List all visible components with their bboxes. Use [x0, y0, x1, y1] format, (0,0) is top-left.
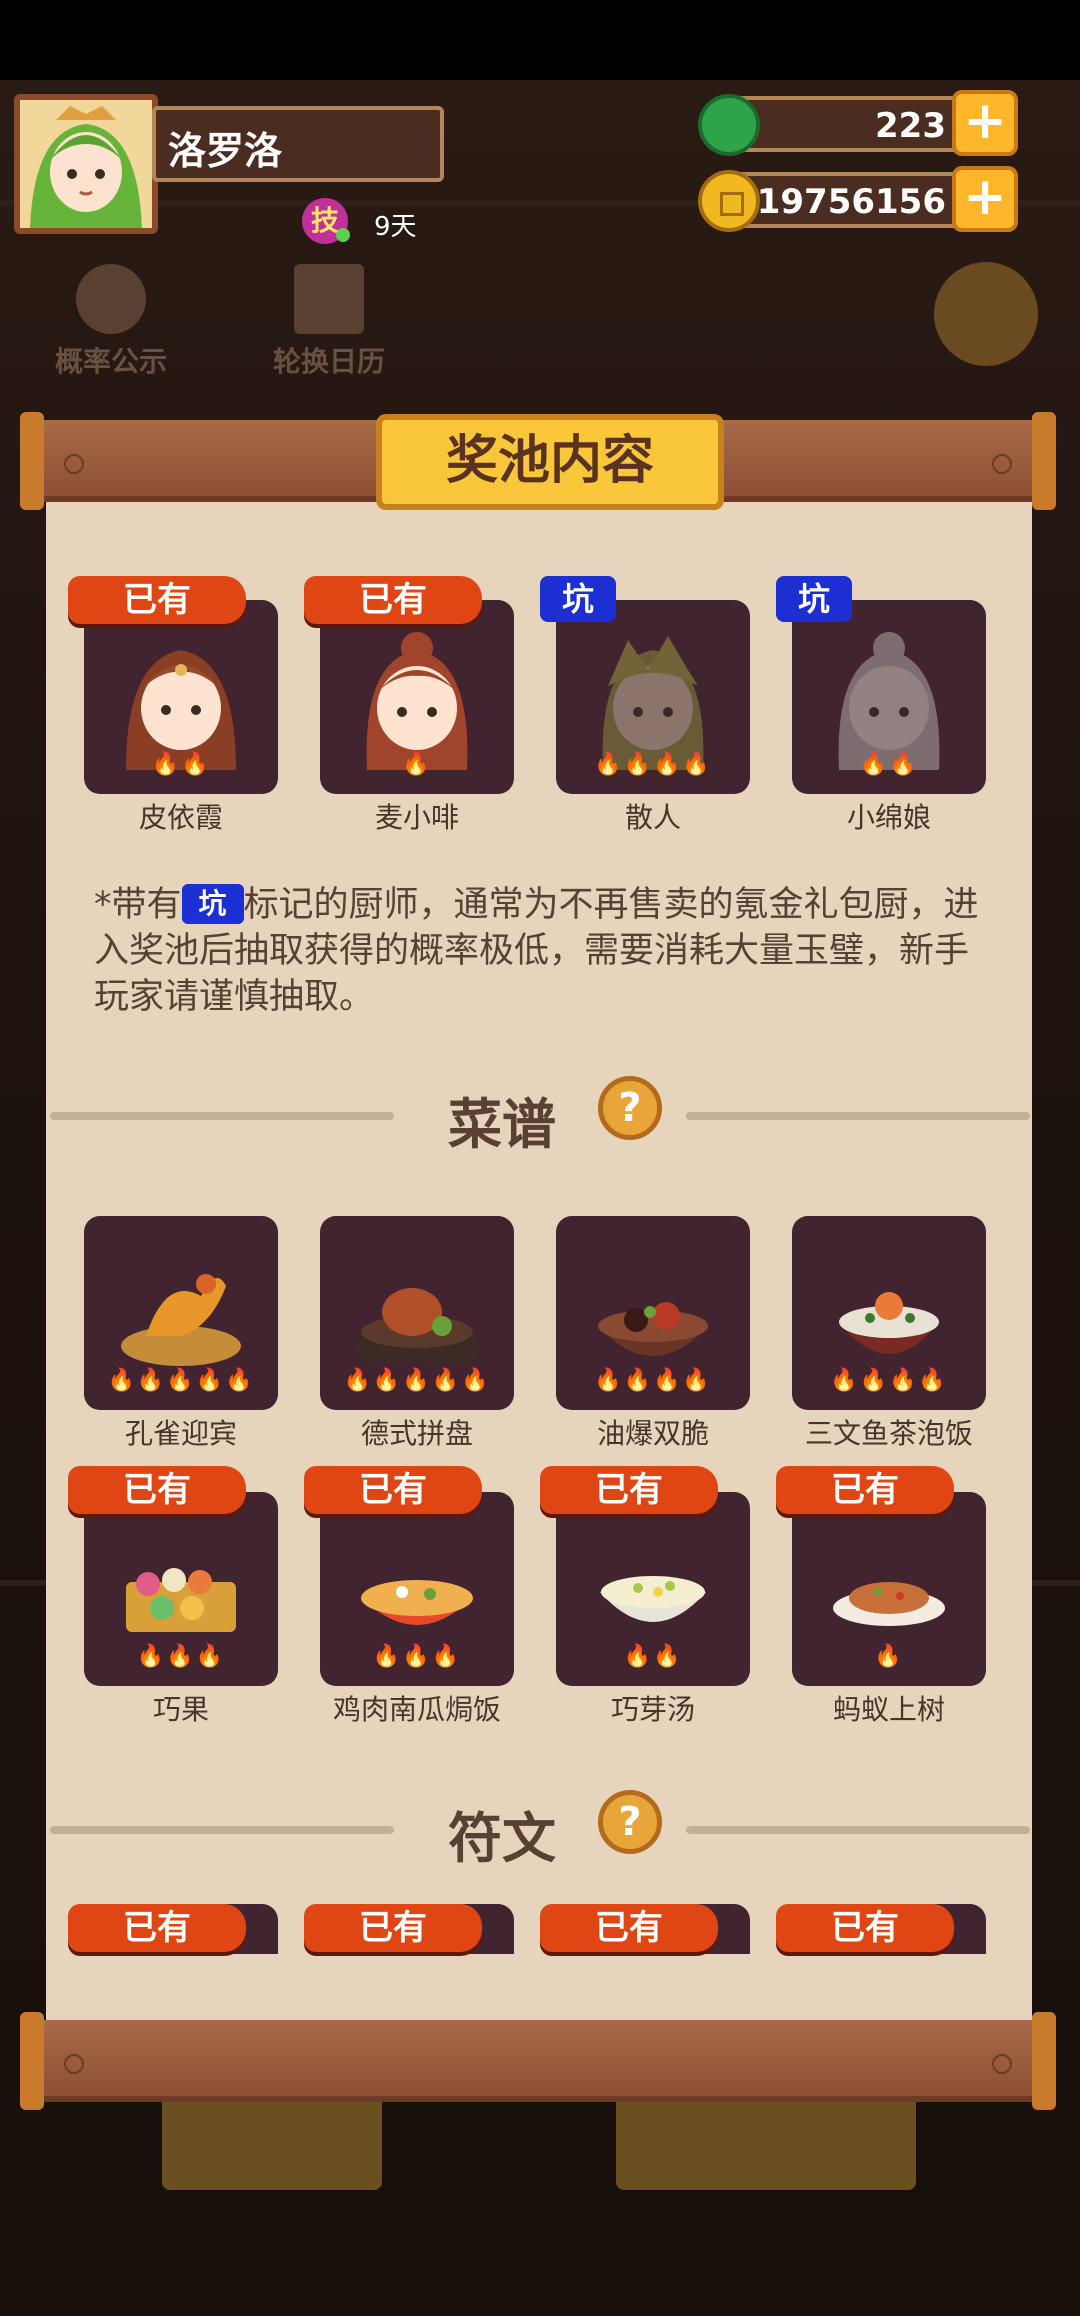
recipe-image — [361, 1580, 473, 1625]
recipe-name: 德式拼盘 — [360, 1417, 473, 1450]
runes-title: 符文 — [448, 1807, 556, 1870]
recipe-image — [126, 1568, 236, 1632]
recipe-card[interactable]: 🔥 — [792, 1492, 986, 1686]
skill-badge-icon[interactable]: 技 — [302, 198, 350, 244]
owned-tag: 已有 — [776, 1466, 954, 1514]
recipe-name: 油爆双脆 — [596, 1417, 709, 1450]
section-divider — [50, 1826, 394, 1834]
recipe-image — [600, 1576, 706, 1622]
pit-tag: 坑 — [776, 576, 852, 622]
days-counter: 9天 — [374, 212, 417, 242]
background-round-button — [934, 262, 1038, 366]
recipe-name: 孔雀迎宾 — [124, 1417, 237, 1450]
owned-tag: 已有 — [68, 1904, 246, 1952]
chef-card[interactable]: 🔥🔥 — [84, 600, 278, 794]
owned-tag: 已有 — [776, 1904, 954, 1952]
recipe-name: 蚂蚁上树 — [832, 1693, 945, 1726]
rotation-calendar-button: 轮换日历 — [244, 264, 414, 380]
section-divider — [686, 1112, 1030, 1120]
chef-portrait — [838, 632, 940, 770]
chef-name: 皮依霞 — [138, 801, 223, 834]
recipes-help-button[interactable]: ? — [598, 1076, 662, 1140]
chef-name: 小绵娘 — [846, 801, 931, 834]
owned-tag: 已有 — [304, 1904, 482, 1952]
chef-portrait — [602, 636, 704, 770]
jade-amount: 223 — [875, 106, 946, 146]
panel-footer-wood — [20, 2012, 1056, 2110]
section-divider — [50, 1112, 394, 1120]
avatar-portrait — [20, 100, 152, 228]
recipe-image — [839, 1292, 939, 1354]
background-draw-one-button — [162, 2090, 382, 2190]
chef-card[interactable]: 🔥 — [320, 600, 514, 794]
recipe-card[interactable]: 🔥🔥🔥🔥 — [556, 1216, 750, 1410]
recipe-name: 鸡肉南瓜焗饭 — [332, 1693, 501, 1726]
recipe-card[interactable]: 🔥🔥🔥 — [84, 1492, 278, 1686]
chef-portrait — [126, 650, 236, 770]
jade-icon — [698, 94, 760, 156]
pit-tag: 坑 — [540, 576, 616, 622]
add-jade-button[interactable]: + — [952, 90, 1018, 156]
recipe-name: 巧芽汤 — [610, 1693, 695, 1726]
owned-tag: 已有 — [540, 1904, 718, 1952]
coin-amount: 19756156 — [756, 182, 946, 222]
chef-portrait — [366, 632, 468, 770]
coin-icon — [698, 170, 760, 232]
owned-tag: 已有 — [540, 1466, 718, 1514]
recipe-card[interactable]: 🔥🔥🔥 — [320, 1492, 514, 1686]
recipe-image — [356, 1288, 478, 1362]
recipe-image — [121, 1274, 241, 1366]
background-draw-ten-button — [616, 2090, 916, 2190]
owned-tag: 已有 — [68, 1466, 246, 1514]
recipe-card[interactable]: 🔥🔥🔥🔥 — [792, 1216, 986, 1410]
recipe-card[interactable]: 🔥🔥🔥🔥🔥 — [84, 1216, 278, 1410]
status-bar — [0, 0, 1080, 80]
recipe-card[interactable]: 🔥🔥🔥🔥🔥 — [320, 1216, 514, 1410]
player-name-box: 洛罗洛 — [152, 106, 444, 182]
recipe-name: 巧果 — [152, 1693, 209, 1726]
coin-currency: 19756156 + — [698, 166, 1018, 232]
chef-name: 麦小啡 — [374, 801, 459, 834]
pit-tag-inline: 坑 — [181, 884, 244, 924]
recipe-card[interactable]: 🔥🔥 — [556, 1492, 750, 1686]
jade-currency: 223 + — [698, 90, 1018, 156]
runes-help-button[interactable]: ? — [598, 1790, 662, 1854]
owned-tag: 已有 — [304, 576, 482, 624]
player-avatar[interactable] — [14, 94, 158, 234]
recipe-image — [833, 1582, 945, 1626]
recipe-name: 三文鱼茶泡饭 — [804, 1417, 973, 1450]
panel-title: 奖池内容 — [376, 414, 724, 510]
chef-card[interactable]: 🔥🔥 — [792, 600, 986, 794]
pool-notice: *带有坑标记的厨师，通常为不再售卖的氪金礼包厨，进入奖池后抽取获得的概率极低，需… — [94, 884, 979, 1017]
recipes-title: 菜谱 — [448, 1093, 556, 1156]
owned-tag: 已有 — [304, 1466, 482, 1514]
section-divider — [686, 1826, 1030, 1834]
owned-tag: 已有 — [68, 576, 246, 624]
player-name: 洛罗洛 — [168, 129, 283, 173]
recipe-image — [598, 1302, 708, 1356]
chef-name: 散人 — [624, 801, 681, 834]
probability-button: 概率公示 — [26, 264, 196, 380]
add-coins-button[interactable]: + — [952, 166, 1018, 232]
chef-card[interactable]: 🔥🔥🔥🔥 — [556, 600, 750, 794]
